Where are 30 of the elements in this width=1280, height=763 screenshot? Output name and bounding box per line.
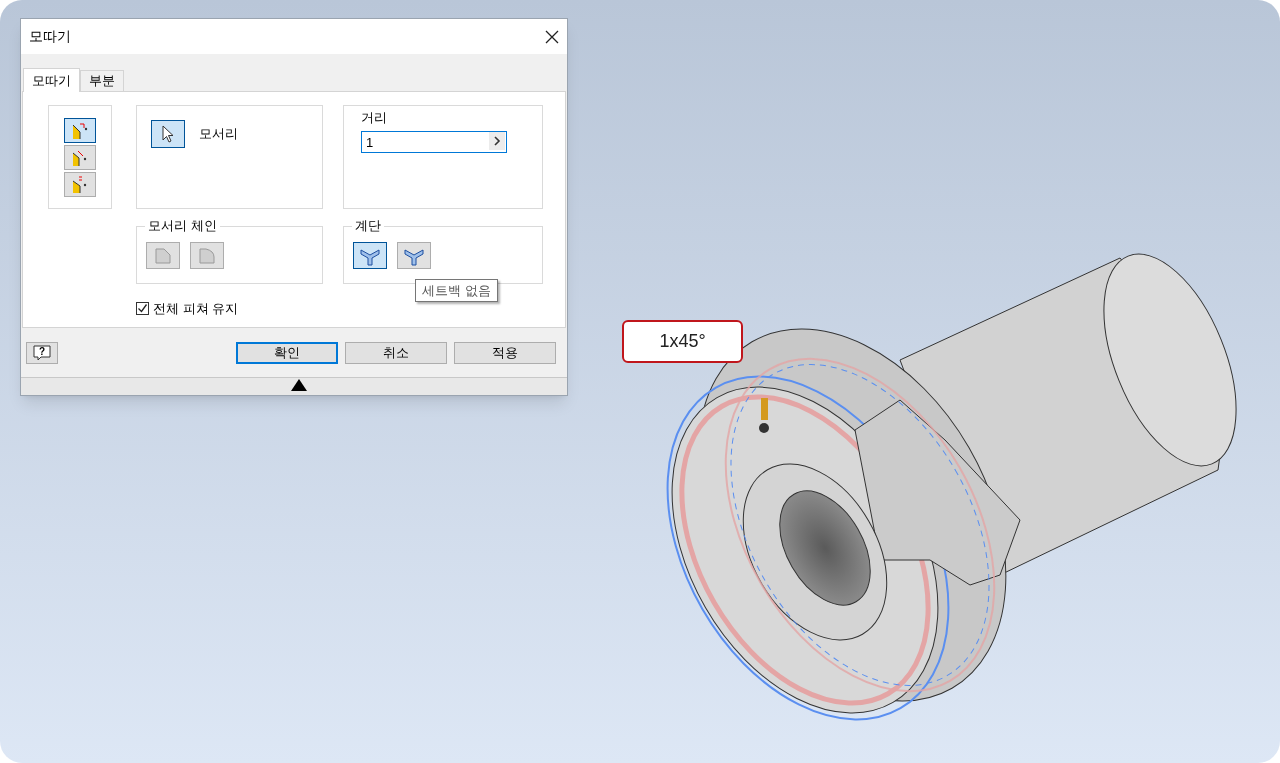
help-glyph: ?	[38, 344, 46, 359]
dimension-label: 1x45°	[622, 320, 743, 363]
dialog-button[interactable]: 취소	[345, 341, 447, 364]
chevron-right-icon[interactable]	[493, 135, 501, 146]
checkbox-label[interactable]: 전체 피쳐 유지	[153, 299, 239, 319]
edge-label: 모서리	[199, 125, 238, 143]
expand-icon[interactable]	[290, 378, 308, 392]
distance-field[interactable]: 1	[361, 131, 507, 153]
dialog-title: 모따기	[29, 27, 71, 46]
setback-button[interactable]	[397, 242, 431, 269]
close-icon[interactable]	[545, 29, 559, 44]
chamfer-method-button[interactable]	[64, 171, 96, 197]
group-label: 계단	[352, 218, 384, 234]
group-label: 모서리 체인	[145, 218, 220, 234]
chamfer-method-button[interactable]	[64, 144, 96, 170]
speech-bubble-icon	[32, 343, 52, 362]
checkbox[interactable]	[136, 302, 149, 316]
tab[interactable]: 부분	[80, 70, 124, 91]
distance-label: 거리	[361, 109, 388, 127]
help-button[interactable]: ?	[26, 341, 58, 364]
dialog-button[interactable]: 확인	[236, 341, 338, 364]
tab[interactable]: 모따기	[23, 68, 80, 92]
dialog-button[interactable]: 적용	[454, 341, 556, 364]
edge-chain-icon	[153, 245, 173, 266]
chamfer-method-button[interactable]	[64, 117, 96, 143]
setback-button[interactable]	[353, 242, 387, 269]
tooltip: 세트백 없음	[415, 279, 498, 302]
edge-select-button[interactable]	[151, 120, 185, 148]
cursor-icon	[161, 125, 175, 143]
edge-chain-icon	[197, 245, 217, 266]
